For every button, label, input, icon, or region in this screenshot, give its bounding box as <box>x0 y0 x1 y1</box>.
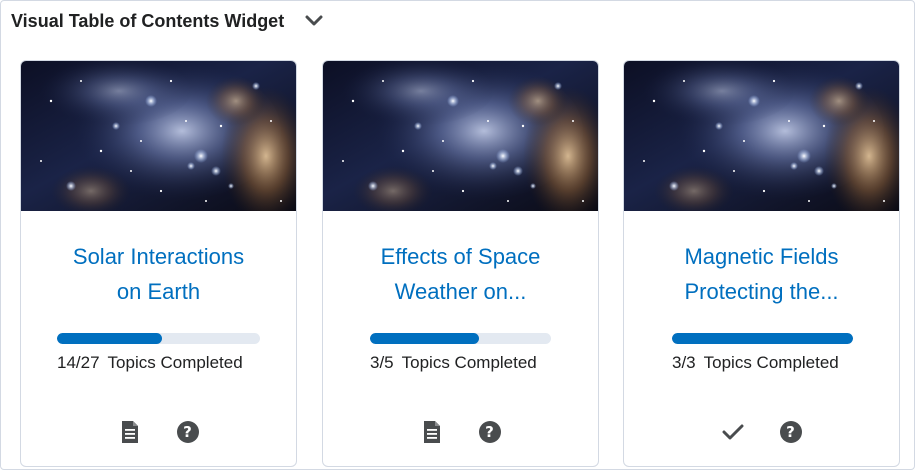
card-title-line-1: Magnetic Fields <box>684 244 839 269</box>
card-title-line-2: Weather on... <box>394 279 527 304</box>
content-button[interactable] <box>118 419 142 445</box>
progress-bar <box>370 333 551 344</box>
progress-bar <box>57 333 260 344</box>
document-icon <box>423 421 440 443</box>
card-image[interactable] <box>21 61 296 211</box>
card-actions: ? <box>624 419 899 445</box>
progress-fill <box>57 333 163 344</box>
card-title-line-2: Protecting the... <box>684 279 839 304</box>
checkmark-icon <box>722 424 743 440</box>
visual-toc-widget: Visual Table of Contents Widget Solar In… <box>0 0 915 470</box>
completed-count: 3/5 <box>370 353 394 372</box>
card-actions: ? <box>323 419 598 445</box>
help-button[interactable]: ? <box>779 419 803 445</box>
content-button[interactable] <box>420 419 444 445</box>
unit-card-2[interactable]: Effects of Space Weather on... 3/5 Topics… <box>322 60 599 467</box>
completed-button[interactable] <box>721 419 745 445</box>
card-title-line-1: Solar Interactions <box>72 244 245 269</box>
widget-title: Visual Table of Contents Widget <box>11 10 285 31</box>
card-title-line-2: on Earth <box>116 279 201 304</box>
progress-text: 14/27 Topics Completed <box>57 353 243 373</box>
card-image[interactable] <box>323 61 598 211</box>
progress-fill <box>672 333 853 344</box>
card-title-link[interactable]: Effects of Space Weather on... <box>343 239 578 309</box>
card-title-link[interactable]: Solar Interactions on Earth <box>41 239 276 309</box>
widget-header: Visual Table of Contents Widget <box>11 9 326 33</box>
card-actions: ? <box>21 419 296 445</box>
completed-label: Topics Completed <box>401 353 537 372</box>
collapse-button[interactable] <box>302 9 326 33</box>
help-icon: ? <box>478 421 501 443</box>
completed-label: Topics Completed <box>703 353 839 372</box>
completed-label: Topics Completed <box>107 353 243 372</box>
card-title-line-1: Effects of Space <box>380 244 541 269</box>
help-icon: ? <box>779 421 802 443</box>
completed-count: 14/27 <box>57 353 100 372</box>
help-icon: ? <box>176 421 199 443</box>
document-icon <box>121 421 138 443</box>
chevron-down-icon <box>305 15 323 26</box>
help-button[interactable]: ? <box>176 419 200 445</box>
progress-text: 3/5 Topics Completed <box>370 353 537 373</box>
unit-card-1[interactable]: Solar Interactions on Earth 14/27 Topics … <box>20 60 297 467</box>
unit-card-3[interactable]: Magnetic Fields Protecting the... 3/3 Top… <box>623 60 900 467</box>
progress-bar <box>672 333 853 344</box>
completed-count: 3/3 <box>672 353 696 372</box>
card-title-link[interactable]: Magnetic Fields Protecting the... <box>644 239 879 309</box>
progress-text: 3/3 Topics Completed <box>672 353 839 373</box>
progress-fill <box>370 333 479 344</box>
help-button[interactable]: ? <box>478 419 502 445</box>
card-image[interactable] <box>624 61 899 211</box>
